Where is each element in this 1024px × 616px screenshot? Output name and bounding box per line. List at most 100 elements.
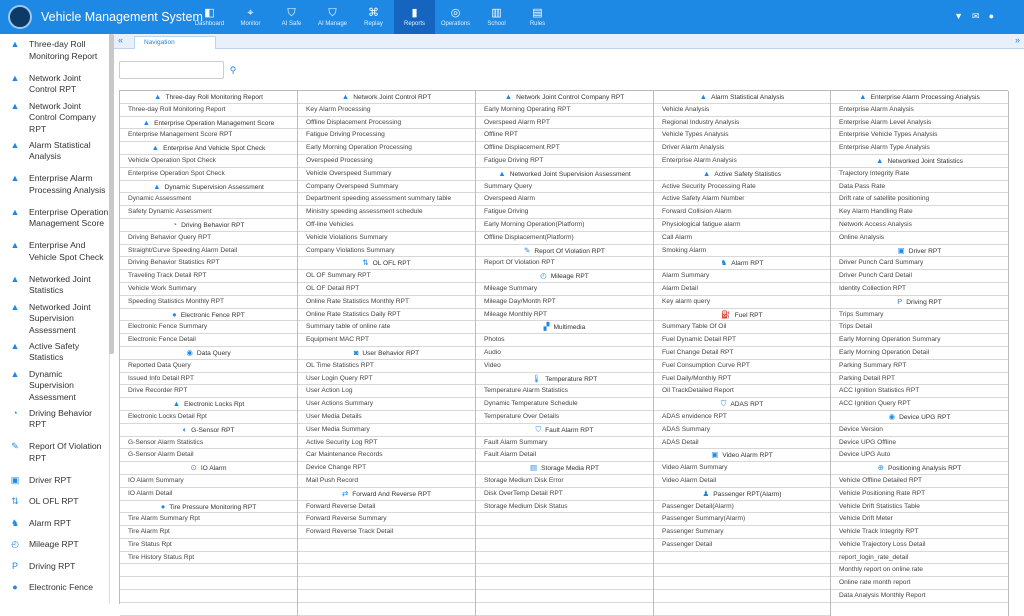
report-link[interactable]: OL OF Detail RPT (298, 283, 475, 296)
report-link[interactable]: Active Safety Alarm Number (654, 193, 830, 207)
report-link[interactable]: Tire History Status Rpt (120, 552, 297, 565)
report-link[interactable]: User Media Details (298, 411, 475, 424)
report-link[interactable]: Vehicle Analysis (654, 104, 830, 117)
report-link[interactable]: Forward Collision Alarm (654, 206, 830, 219)
report-link[interactable]: Passenger Detail (654, 539, 830, 552)
report-link[interactable]: Offline Displacement(Platform) (476, 232, 653, 245)
report-link[interactable]: Mileage Monthly RPT (476, 309, 653, 322)
report-link[interactable]: Video Alarm Summary (654, 462, 830, 475)
report-link[interactable]: Fuel Daily/Monthly RPT (654, 373, 830, 386)
report-link[interactable]: Department speeding assessment summary t… (298, 193, 475, 207)
report-link[interactable]: Storage Medium Disk Status (476, 501, 653, 514)
report-link[interactable]: Temperature Alarm Statistics (476, 385, 653, 399)
report-link[interactable]: Disk OverTemp Detail RPT (476, 488, 653, 501)
report-link[interactable]: Fatigue Driving Processing (298, 129, 475, 143)
report-link[interactable]: Photos (476, 334, 653, 347)
report-link[interactable]: Driver Punch Card Detail (831, 270, 1008, 283)
report-link[interactable]: Summary Table Of Oil (654, 321, 830, 335)
report-link[interactable]: G-Sensor Alarm Statistics (120, 437, 297, 450)
sidebar-item[interactable]: ✎ Report Of Violation RPT (0, 436, 109, 470)
report-link[interactable]: Tire Alarm Rpt (120, 526, 297, 539)
report-link[interactable]: Passenger Detail(Alarm) (654, 501, 830, 514)
report-link[interactable]: Forward Reverse Track Detail (298, 526, 475, 539)
report-link[interactable]: Passenger Summary(Alarm) (654, 513, 830, 527)
report-link[interactable]: Driving Behavior Statistics RPT (120, 257, 297, 271)
report-link[interactable]: Vehicle Overspeed Summary (298, 168, 475, 181)
report-link[interactable]: Physiological fatigue alarm (654, 219, 830, 232)
report-link[interactable]: Summary table of online rate (298, 321, 475, 335)
report-link[interactable]: Audio (476, 347, 653, 360)
report-link[interactable]: Call Alarm (654, 232, 830, 245)
report-link[interactable]: Equipment MAC RPT (298, 334, 475, 347)
sidebar-item[interactable]: ▲ Networked Joint Statistics (0, 269, 109, 303)
report-link[interactable]: Data Analysis Monthly Report (831, 590, 1008, 603)
sidebar-item[interactable]: ● Electronic Fence (0, 577, 109, 599)
report-link[interactable]: Offline Displacement Processing (298, 117, 475, 130)
report-link[interactable]: Reported Data Query (120, 360, 297, 373)
report-link[interactable]: Vehicle Violations Summary (298, 232, 475, 245)
report-link[interactable]: Enterprise Alarm Analysis (654, 155, 830, 168)
report-link[interactable]: Enterprise Alarm Level Analysis (831, 117, 1008, 130)
report-link[interactable]: Key Alarm Processing (298, 104, 475, 117)
report-link[interactable]: ACC Ignition Query RPT (831, 398, 1008, 411)
nav-item-ai-manage[interactable]: ⛉ AI Manage (312, 0, 353, 34)
report-link[interactable]: User Actions Summary (298, 398, 475, 411)
report-link[interactable]: Driver Punch Card Summary (831, 257, 1008, 271)
report-link[interactable]: Offline Displacement RPT (476, 142, 653, 155)
search-icon[interactable]: ⚲ (225, 61, 241, 79)
report-link[interactable]: Vehicle Positioning Rate RPT (831, 488, 1008, 501)
report-link[interactable]: Speeding Statistics Monthly RPT (120, 296, 297, 309)
report-link[interactable]: Key alarm query (654, 296, 830, 309)
sidebar-item[interactable]: ▲ Alarm Statistical Analysis (0, 135, 109, 169)
report-link[interactable]: Straight/Curve Speeding Alarm Detail (120, 245, 297, 258)
report-link[interactable]: Tire Status Rpt (120, 539, 297, 552)
report-link[interactable]: IO Alarm Detail (120, 488, 297, 501)
report-link[interactable]: Fuel Change Detail RPT (654, 347, 830, 360)
report-link[interactable]: Vehicle Drift Meter (831, 513, 1008, 527)
report-link[interactable]: Drive Recorder RPT (120, 385, 297, 399)
report-link[interactable]: Fuel Dynamic Detail RPT (654, 334, 830, 347)
report-link[interactable]: Vehicle Work Summary (120, 283, 297, 296)
report-link[interactable]: Summary Query (476, 181, 653, 194)
report-link[interactable]: Online Analysis (831, 232, 1008, 245)
report-link[interactable]: Offline RPT (476, 129, 653, 143)
report-link[interactable]: User Login Query RPT (298, 373, 475, 386)
report-link[interactable]: Mileage Day/Month RPT (476, 296, 653, 309)
report-link[interactable]: Temperature Over Details (476, 411, 653, 424)
report-link[interactable]: Dynamic Assessment (120, 193, 297, 207)
nav-item-rules[interactable]: ▤ Rules (517, 0, 558, 34)
report-link[interactable]: Early Morning Operation Processing (298, 142, 475, 155)
report-link[interactable]: Online Rate Statistics Monthly RPT (298, 296, 475, 309)
sidebar-item[interactable]: ▲ Active Safety Statistics (0, 336, 109, 370)
report-link[interactable]: Mail Push Record (298, 475, 475, 488)
report-link[interactable]: Parking Summary RPT (831, 360, 1008, 373)
sidebar-item[interactable]: ◴ Mileage RPT (0, 534, 109, 556)
nav-item-school[interactable]: ▥ School (476, 0, 517, 34)
report-link[interactable]: Alarm Detail (654, 283, 830, 296)
report-link[interactable]: Overspeed Alarm RPT (476, 117, 653, 130)
report-link[interactable]: Vehicle Trajectory Loss Detail (831, 539, 1008, 552)
nav-item-monitor[interactable]: ⌖ Monitor (230, 0, 271, 34)
report-link[interactable]: Car Maintenance Records (298, 449, 475, 463)
report-link[interactable]: Company Overspeed Summary (298, 181, 475, 194)
report-link[interactable]: Smoking Alarm (654, 245, 830, 258)
sidebar-item[interactable]: ▣ Driver RPT (0, 470, 109, 492)
report-link[interactable]: Network Access Analysis (831, 219, 1008, 232)
tab-navigation[interactable]: Navigation (134, 36, 216, 49)
report-link[interactable]: IO Alarm Summary (120, 475, 297, 488)
report-link[interactable]: Trajectory Integrity Rate (831, 168, 1008, 181)
report-link[interactable]: G-Sensor Alarm Detail (120, 449, 297, 463)
report-link[interactable]: OL OF Summary RPT (298, 270, 475, 283)
expand-right-icon[interactable]: » (1015, 35, 1020, 45)
report-link[interactable]: Mileage Summary (476, 283, 653, 296)
report-link[interactable]: Overspeed Alarm (476, 193, 653, 207)
sidebar-item[interactable]: ♞ Alarm RPT (0, 513, 109, 535)
report-link[interactable]: Electronic Fence Summary (120, 321, 297, 335)
collapse-left-icon[interactable]: « (118, 35, 123, 45)
report-link[interactable]: Monthly report on online rate (831, 564, 1008, 578)
report-link[interactable]: ADAS envidence RPT (654, 411, 830, 424)
report-link[interactable]: Electronic Locks Detail Rpt (120, 411, 297, 424)
report-link[interactable]: Online rate month report (831, 577, 1008, 591)
report-link[interactable]: Issued Info Detail RPT (120, 373, 297, 386)
report-link[interactable]: Driving Behavior Query RPT (120, 232, 297, 245)
